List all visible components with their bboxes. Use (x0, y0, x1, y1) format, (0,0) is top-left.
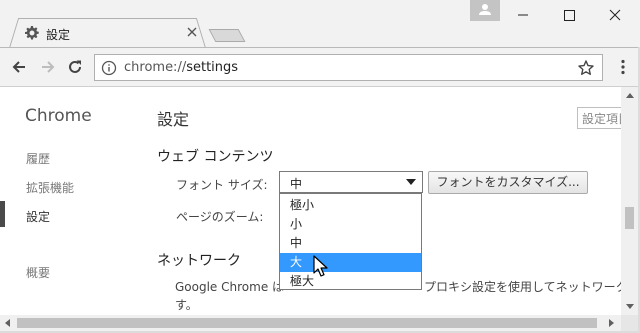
scroll-up-icon[interactable] (626, 92, 634, 98)
mouse-cursor-icon (313, 255, 328, 277)
menu-dots-icon[interactable] (614, 58, 632, 76)
sidebar-item-settings[interactable]: 設定 (26, 208, 50, 225)
page-title: 設定 (157, 110, 190, 129)
tab-title: 設定 (46, 28, 71, 42)
font-size-dropdown-list: 極小 小 中 大 極大 (279, 193, 422, 290)
customize-fonts-button[interactable]: フォントをカスタマイズ... (428, 171, 588, 194)
active-indicator (0, 201, 5, 227)
scroll-left-icon[interactable] (4, 319, 10, 327)
back-arrow-icon[interactable] (10, 58, 28, 76)
network-description-line2: す。 (175, 298, 198, 312)
vertical-scrollbar[interactable] (621, 87, 638, 317)
url-scheme: chrome:// (124, 60, 187, 75)
tab-border-top (18, 18, 197, 19)
reload-icon[interactable] (66, 58, 84, 76)
new-tab-button[interactable] (208, 29, 246, 42)
forward-arrow-icon[interactable] (39, 58, 57, 76)
url-text: chrome://settings (124, 60, 238, 75)
section-title-network: ネットワーク (157, 253, 241, 269)
sidebar-title: Chrome (25, 106, 92, 126)
chevron-down-icon (406, 179, 416, 185)
page-zoom-label: ページのズーム: (176, 210, 264, 224)
gear-icon (25, 26, 39, 40)
window-close-icon[interactable] (592, 0, 638, 30)
maximize-icon[interactable] (546, 0, 592, 30)
info-icon[interactable] (101, 60, 117, 76)
option-large[interactable]: 大 (280, 253, 421, 272)
font-size-select[interactable]: 中 (279, 171, 423, 193)
option-very-large[interactable]: 極大 (280, 272, 421, 291)
horizontal-scroll-thumb[interactable] (17, 318, 597, 328)
sidebar-item-about[interactable]: 概要 (26, 264, 50, 281)
vertical-scroll-thumb[interactable] (625, 207, 634, 229)
network-description-end: プロキシ設定を使用してネットワーク (424, 280, 624, 294)
scroll-down-icon[interactable] (626, 304, 634, 310)
network-description-start: Google Chrome は (175, 280, 285, 294)
profile-button[interactable] (470, 0, 500, 21)
url-host: settings (186, 60, 239, 75)
scrollbar-corner (621, 315, 638, 331)
star-icon[interactable] (577, 59, 595, 77)
sidebar-item-extensions[interactable]: 拡張機能 (26, 179, 74, 196)
font-size-label: フォント サイズ: (176, 178, 268, 192)
person-icon (479, 4, 491, 15)
scroll-right-icon[interactable] (609, 319, 615, 327)
option-medium[interactable]: 中 (280, 234, 421, 253)
option-small[interactable]: 小 (280, 215, 421, 234)
section-title-web-content: ウェブ コンテンツ (157, 149, 274, 165)
tab-settings[interactable] (10, 19, 206, 48)
close-icon[interactable] (186, 26, 198, 38)
address-bar[interactable]: chrome://settings (94, 54, 603, 81)
toolbar: chrome://settings (0, 47, 640, 87)
option-very-small[interactable]: 極小 (280, 196, 421, 215)
minimize-icon[interactable] (500, 0, 546, 30)
sidebar-item-history[interactable]: 履歴 (26, 150, 50, 167)
font-size-value: 中 (290, 177, 303, 191)
